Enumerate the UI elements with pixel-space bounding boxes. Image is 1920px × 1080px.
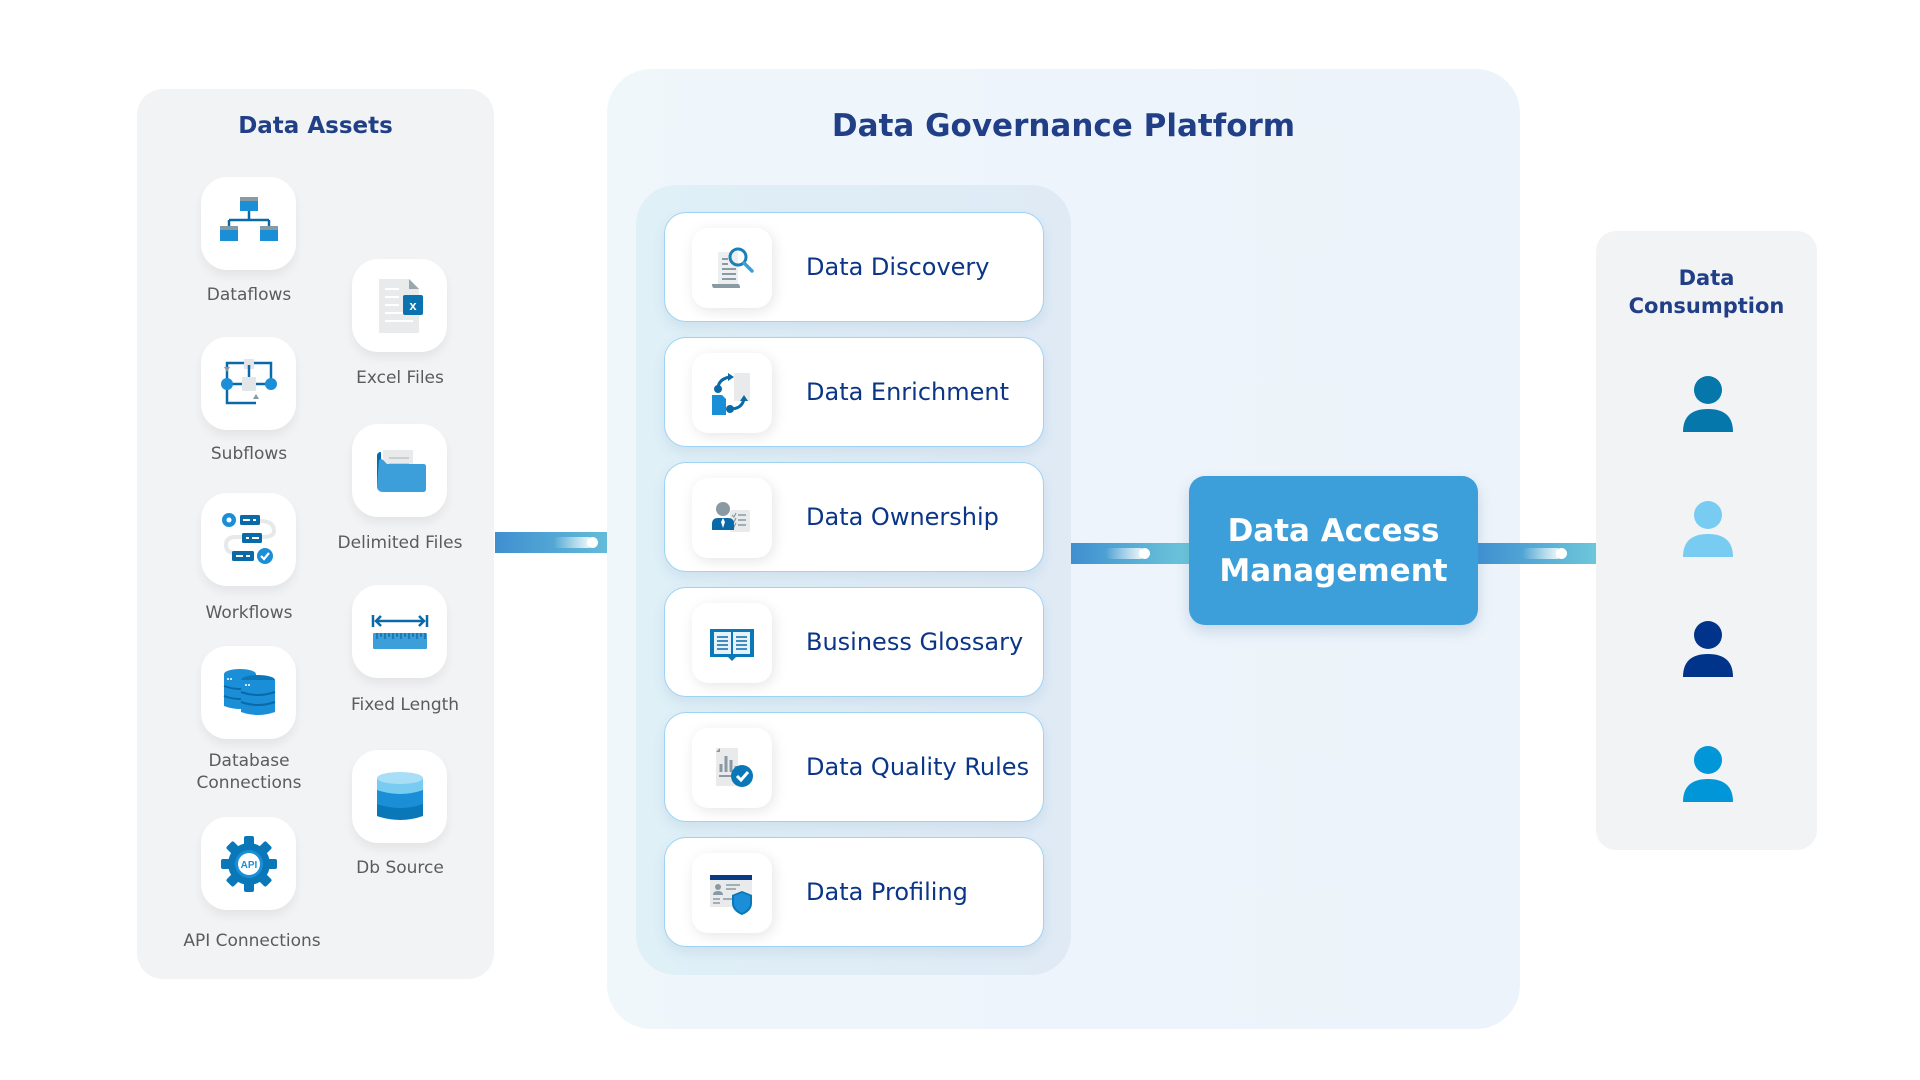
module-label: Data Discovery (806, 252, 990, 281)
module-icon-tile (692, 853, 772, 933)
database-connections-tile[interactable] (201, 646, 296, 739)
database-icon (376, 771, 423, 820)
excel-files-label: Excel Files (356, 368, 444, 388)
api-gear-icon: API (220, 835, 277, 892)
excel-files-tile[interactable]: x (352, 259, 447, 352)
module-icon-tile (692, 353, 772, 433)
workflow-icon (221, 512, 276, 564)
module-icon-tile (692, 228, 772, 308)
module-label: Data Profiling (806, 877, 968, 906)
delimited-files-label: Delimited Files (337, 533, 463, 553)
module-card-business-glossary[interactable]: Business Glossary (664, 587, 1044, 697)
connector-access-to-consumption (1478, 543, 1596, 564)
subflows-label: Subflows (210, 444, 288, 464)
api-connections-label: API Connections (183, 931, 321, 951)
module-icon-tile (692, 603, 772, 683)
ruler-icon (371, 614, 428, 649)
module-card-data-enrichment[interactable]: Data Enrichment (664, 337, 1044, 447)
module-icon-tile (692, 478, 772, 558)
database-connections-label: Database Connections (196, 751, 302, 793)
data-consumption-title: Data Consumption (1596, 264, 1817, 320)
module-card-data-discovery[interactable]: Data Discovery (664, 212, 1044, 322)
dataflow-icon (219, 196, 278, 241)
fixed-length-label: Fixed Length (350, 695, 460, 715)
module-label: Data Quality Rules (806, 752, 1030, 781)
workflows-tile[interactable] (201, 493, 296, 586)
module-card-data-ownership[interactable]: Data Ownership (664, 462, 1044, 572)
data-access-management-label: Data Access Management (1219, 512, 1448, 589)
user-icon[interactable] (1683, 500, 1733, 557)
folder-icon (376, 449, 426, 492)
connector-modules-to-access (1071, 543, 1189, 564)
module-label: Business Glossary (806, 627, 1024, 656)
data-access-management-box[interactable]: Data Access Management (1189, 476, 1478, 625)
user-icon[interactable] (1683, 745, 1733, 802)
open-book-icon (710, 629, 754, 661)
api-connections-tile[interactable]: API (201, 817, 296, 910)
module-label: Data Ownership (806, 502, 999, 531)
workflows-label: Workflows (205, 603, 293, 623)
profile-shield-icon (710, 875, 752, 915)
user-icon[interactable] (1683, 375, 1733, 432)
svg-text:API: API (240, 860, 257, 871)
subflows-tile[interactable] (201, 337, 296, 430)
dataflows-label: Dataflows (206, 285, 292, 305)
data-sync-icon (712, 373, 750, 415)
document-search-icon (712, 247, 754, 288)
dataflows-tile[interactable] (201, 177, 296, 270)
module-card-data-quality-rules[interactable]: Data Quality Rules (664, 712, 1044, 822)
data-assets-title: Data Assets (238, 113, 393, 139)
module-icon-tile (692, 728, 772, 808)
excel-file-icon: x (378, 278, 423, 333)
subflow-icon (220, 358, 277, 404)
db-source-tile[interactable] (352, 750, 447, 843)
svg-text:x: x (409, 298, 417, 313)
data-consumption-title-text: Data Consumption (1628, 266, 1785, 318)
owner-checklist-icon (712, 502, 750, 532)
platform-title: Data Governance Platform (831, 108, 1296, 144)
delimited-files-tile[interactable] (352, 424, 447, 517)
module-label: Data Enrichment (806, 377, 1010, 406)
module-card-data-profiling[interactable]: Data Profiling (664, 837, 1044, 947)
user-icon[interactable] (1683, 620, 1733, 677)
chart-check-icon (716, 748, 753, 787)
fixed-length-tile[interactable] (352, 585, 447, 678)
database-connections-icon (223, 668, 275, 715)
db-source-label: Db Source (356, 858, 444, 878)
